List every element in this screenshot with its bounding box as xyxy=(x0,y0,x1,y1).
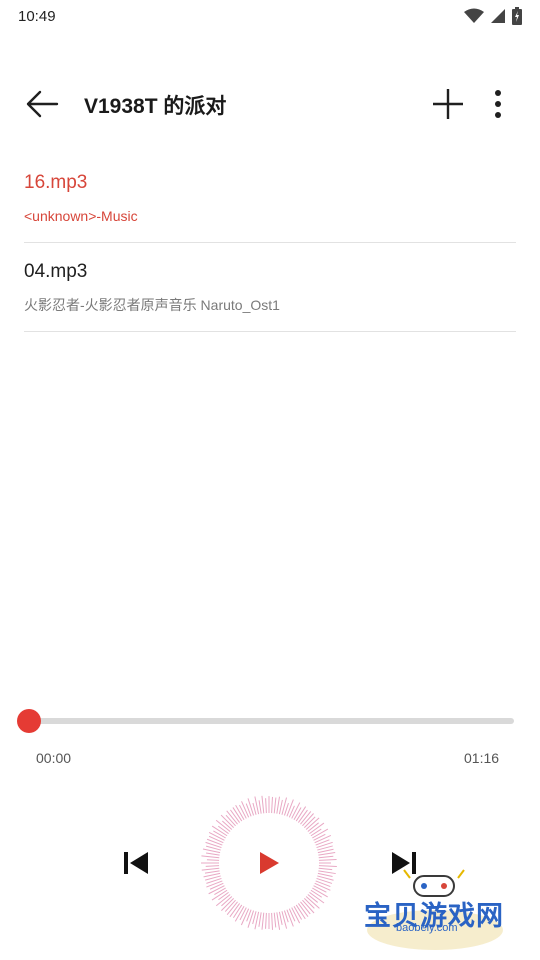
play-button[interactable] xyxy=(221,815,317,911)
visualizer-tick xyxy=(239,804,247,819)
visualizer-tick xyxy=(318,865,337,868)
track-item[interactable]: 04.mp3 火影忍者-火影忍者原声音乐 Naruto_Ost1 xyxy=(24,243,516,332)
visualizer-tick xyxy=(206,852,220,856)
visualizer-tick xyxy=(307,894,319,903)
visualizer-tick xyxy=(278,799,283,815)
page-title: V1938T 的派对 xyxy=(84,95,227,118)
visualizer-tick xyxy=(314,882,331,891)
visualizer-tick xyxy=(201,867,220,871)
signal-icon xyxy=(491,9,505,23)
visualizer-tick xyxy=(271,912,274,930)
visualizer-tick xyxy=(258,800,262,814)
visualizer-tick xyxy=(310,889,323,898)
visualizer-tick xyxy=(247,798,255,816)
visualizer-tick xyxy=(218,891,229,901)
status-time: 10:49 xyxy=(18,7,56,25)
visualizer-tick xyxy=(318,852,336,856)
progress-thumb[interactable] xyxy=(17,709,41,733)
progress-bar[interactable] xyxy=(28,718,514,724)
visualizer-tick xyxy=(276,796,280,814)
skip-previous-icon xyxy=(124,852,148,874)
watermark-logo: 宝贝游戏网 baobeiy.com xyxy=(360,866,510,954)
visualizer-tick xyxy=(201,855,220,859)
visualizer-tick xyxy=(314,835,332,844)
visualizer-tick xyxy=(293,807,302,820)
visualizer-tick xyxy=(241,801,250,818)
visualizer-tick xyxy=(271,796,273,814)
visualizer-tick xyxy=(261,912,265,930)
total-duration: 01:16 xyxy=(464,750,500,766)
visualizer-tick xyxy=(209,882,224,890)
visualizer-tick xyxy=(261,795,265,814)
visualizer-tick xyxy=(313,833,326,841)
visualizer-tick xyxy=(206,880,223,888)
play-control xyxy=(199,793,339,933)
visualizer-tick xyxy=(318,867,333,871)
play-icon xyxy=(260,852,279,874)
elapsed-time: 00:00 xyxy=(36,750,72,766)
battery-icon xyxy=(512,7,522,25)
visualizer-tick xyxy=(205,865,220,867)
more-vertical-icon xyxy=(495,90,501,118)
visualizer-tick xyxy=(206,838,223,846)
visualizer-tick xyxy=(204,870,220,874)
visualizer-tick xyxy=(318,870,336,875)
previous-button[interactable] xyxy=(116,843,156,883)
status-icons xyxy=(464,7,522,25)
visualizer-tick xyxy=(221,820,233,830)
track-subtitle: <unknown>-Music xyxy=(24,208,138,224)
visualizer-tick xyxy=(317,872,333,877)
visualizer-tick xyxy=(293,906,303,920)
visualizer-tick xyxy=(217,825,229,835)
visualizer-tick xyxy=(276,912,281,930)
visualizer-tick xyxy=(313,885,327,893)
visualizer-tick xyxy=(286,799,294,817)
wifi-icon xyxy=(464,8,484,23)
visualizer-tick xyxy=(258,912,262,927)
visualizer-tick xyxy=(273,797,277,814)
visualizer-tick xyxy=(206,859,220,861)
visualizer-tick xyxy=(310,828,322,837)
app-bar: V1938T 的派对 xyxy=(0,68,540,136)
visualizer-tick xyxy=(213,830,226,839)
more-options-button[interactable] xyxy=(478,84,518,124)
visualizer-tick xyxy=(278,911,283,926)
visualizer-tick xyxy=(247,910,255,928)
status-bar: 10:49 xyxy=(0,0,540,32)
visualizer-tick xyxy=(273,912,277,928)
add-button[interactable] xyxy=(428,84,468,124)
track-title: 04.mp3 xyxy=(24,261,88,282)
visualizer-tick xyxy=(318,858,337,861)
track-list: 16.mp3 <unknown>-Music 04.mp3 火影忍者-火影忍者原… xyxy=(24,154,516,332)
back-button[interactable] xyxy=(22,84,62,124)
visualizer-tick xyxy=(318,855,334,859)
track-item[interactable]: 16.mp3 <unknown>-Music xyxy=(24,154,516,243)
visualizer-tick xyxy=(239,907,247,921)
visualizer-tick xyxy=(265,912,267,929)
watermark-url: baobeiy.com xyxy=(396,922,458,934)
arrow-left-icon xyxy=(26,90,59,118)
visualizer-tick xyxy=(286,909,294,927)
visualizer-tick xyxy=(208,835,224,844)
visualizer-tick xyxy=(214,887,226,895)
visualizer-tick xyxy=(252,802,257,815)
visualizer-tick xyxy=(265,798,267,814)
track-subtitle: 火影忍者-火影忍者原声音乐 Naruto_Ost1 xyxy=(24,297,280,313)
plus-icon xyxy=(433,89,463,119)
track-title: 16.mp3 xyxy=(24,172,88,193)
